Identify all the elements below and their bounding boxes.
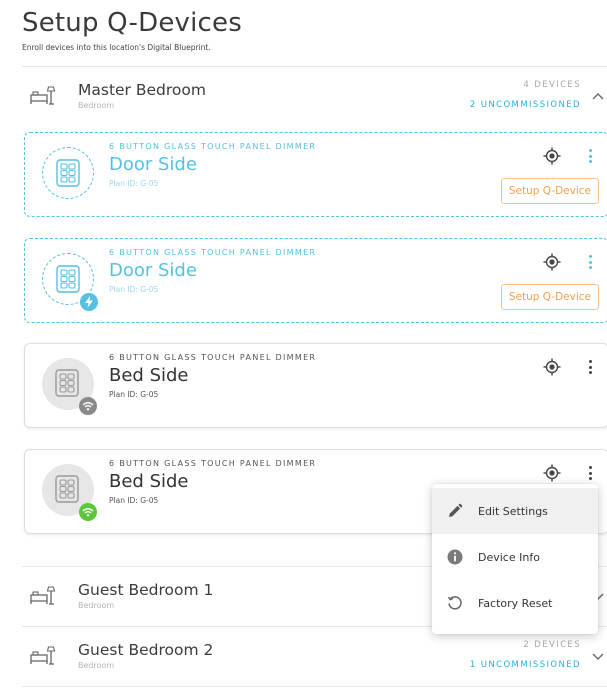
device-icon bbox=[42, 147, 94, 199]
setup-q-device-button[interactable]: Setup Q-Device bbox=[500, 284, 599, 310]
uncommissioned-count: 2 UNCOMMISSIONED bbox=[469, 100, 581, 110]
device-icon bbox=[42, 358, 97, 415]
chevron-down-icon[interactable] bbox=[591, 651, 605, 661]
room-name: Guest Bedroom 1 bbox=[78, 581, 214, 599]
page-subtitle: Enroll devices into this location's Digi… bbox=[22, 43, 211, 52]
bed-icon bbox=[30, 586, 56, 605]
device-plan-id: Plan ID: G-05 bbox=[109, 179, 159, 188]
bed-icon bbox=[30, 86, 56, 105]
divider bbox=[22, 686, 607, 687]
device-icon bbox=[42, 464, 97, 521]
setup-q-device-button[interactable]: Setup Q-Device bbox=[500, 178, 599, 204]
touch-panel-icon bbox=[56, 159, 80, 187]
room-header-guest-bedroom-2[interactable]: Guest Bedroom 2 Bedroom 2 DEVICES 1 UNCO… bbox=[22, 627, 607, 683]
locate-icon[interactable] bbox=[543, 147, 561, 165]
device-model: 6 BUTTON GLASS TOUCH PANEL DIMMER bbox=[109, 248, 317, 257]
lightning-icon bbox=[80, 293, 98, 311]
reset-icon bbox=[447, 596, 462, 610]
more-vert-icon[interactable] bbox=[584, 464, 596, 482]
touch-panel-icon bbox=[55, 369, 79, 397]
device-model: 6 BUTTON GLASS TOUCH PANEL DIMMER bbox=[109, 142, 317, 151]
device-plan-id: Plan ID: G-05 bbox=[109, 285, 159, 294]
device-card[interactable]: 6 BUTTON GLASS TOUCH PANEL DIMMER Bed Si… bbox=[24, 343, 607, 428]
touch-panel-icon bbox=[55, 475, 79, 503]
more-vert-icon[interactable] bbox=[584, 358, 596, 376]
page-title: Setup Q-Devices bbox=[22, 8, 242, 38]
more-vert-icon[interactable] bbox=[584, 253, 596, 271]
device-plan-id: Plan ID: G-05 bbox=[109, 496, 159, 505]
menu-item-edit-settings[interactable]: Edit Settings bbox=[432, 488, 598, 534]
room-type: Bedroom bbox=[78, 101, 115, 110]
room-name: Master Bedroom bbox=[78, 81, 206, 99]
device-name: Bed Side bbox=[109, 471, 189, 492]
device-model: 6 BUTTON GLASS TOUCH PANEL DIMMER bbox=[109, 459, 317, 468]
pencil-icon bbox=[449, 503, 463, 517]
uncommissioned-count: 1 UNCOMMISSIONED bbox=[469, 660, 581, 670]
context-menu: Edit Settings Device Info Factory Reset bbox=[432, 484, 598, 634]
menu-item-device-info[interactable]: Device Info bbox=[432, 534, 598, 580]
device-card[interactable]: 6 BUTTON GLASS TOUCH PANEL DIMMER Door S… bbox=[24, 132, 607, 217]
device-name: Door Side bbox=[109, 260, 197, 281]
wifi-icon bbox=[79, 397, 97, 415]
device-count: 2 DEVICES bbox=[523, 640, 581, 650]
room-type: Bedroom bbox=[78, 601, 115, 610]
bed-icon bbox=[30, 646, 56, 665]
room-header-master-bedroom[interactable]: Master Bedroom Bedroom 4 DEVICES 2 UNCOM… bbox=[22, 67, 607, 123]
menu-item-label: Edit Settings bbox=[478, 504, 548, 518]
device-plan-id: Plan ID: G-05 bbox=[109, 390, 159, 399]
device-count: 4 DEVICES bbox=[523, 80, 581, 90]
locate-icon[interactable] bbox=[543, 358, 561, 376]
more-vert-icon[interactable] bbox=[584, 147, 596, 165]
menu-item-label: Factory Reset bbox=[478, 596, 553, 610]
menu-item-label: Device Info bbox=[478, 550, 540, 564]
chevron-up-icon[interactable] bbox=[591, 91, 605, 101]
device-card[interactable]: 6 BUTTON GLASS TOUCH PANEL DIMMER Door S… bbox=[24, 238, 607, 323]
touch-panel-icon bbox=[56, 265, 80, 293]
room-type: Bedroom bbox=[78, 661, 115, 670]
device-name: Door Side bbox=[109, 154, 197, 175]
locate-icon[interactable] bbox=[543, 253, 561, 271]
room-name: Guest Bedroom 2 bbox=[78, 641, 214, 659]
info-icon bbox=[447, 549, 463, 565]
menu-item-factory-reset[interactable]: Factory Reset bbox=[432, 580, 598, 626]
device-icon bbox=[42, 253, 98, 311]
locate-icon[interactable] bbox=[543, 464, 561, 482]
device-name: Bed Side bbox=[109, 365, 189, 386]
device-model: 6 BUTTON GLASS TOUCH PANEL DIMMER bbox=[109, 353, 317, 362]
wifi-icon bbox=[79, 503, 97, 521]
